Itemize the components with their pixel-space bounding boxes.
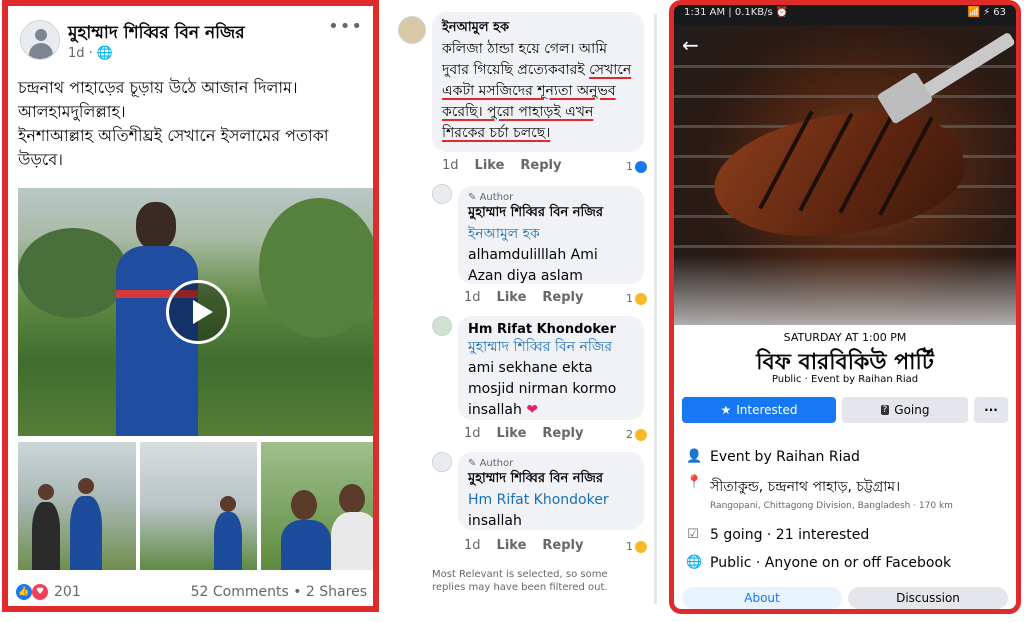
comment-bubble: Hm Rifat Khondoker মুহাম্মাদ শিব্বির বিন… — [458, 316, 644, 420]
reply-button[interactable]: Reply — [542, 426, 583, 441]
event-details: SATURDAY AT 1:00 PM বিফ বারবিকিউ পার্টি … — [674, 325, 1016, 609]
question-icon: ? — [880, 405, 890, 415]
comment-time: 1d — [442, 158, 459, 173]
reaction-count: 201 — [54, 584, 81, 600]
like-button[interactable]: Like — [497, 290, 527, 305]
play-icon[interactable] — [166, 280, 230, 344]
going-button[interactable]: ? Going — [842, 397, 968, 423]
commenter-avatar[interactable] — [432, 452, 452, 472]
globe-icon: 🌐 — [96, 46, 114, 61]
location-pin-icon: 📍 — [686, 475, 703, 490]
tagged-user[interactable]: মুহাম্মাদ শিব্বির বিন নজির — [468, 337, 634, 358]
comment-reaction-count: 1 — [626, 160, 647, 173]
post-line: ইনশাআল্লাহ অতিশীঘ্রই সেখানে ইসলামের পতাক… — [18, 126, 329, 169]
comment-bubble: ✎ Author মুহাম্মাদ শিব্বির বিন নজির Hm R… — [458, 452, 644, 530]
event-date: SATURDAY AT 1:00 PM — [783, 331, 907, 344]
photo-thumbnail[interactable] — [139, 442, 258, 570]
comment-text: alhamdulilllah Ami Azan diya aslam — [468, 247, 598, 284]
comment-reaction-count: 1 — [626, 292, 647, 305]
post-meta: 1d · 🌐 — [68, 46, 113, 61]
haha-reaction-icon — [635, 540, 647, 553]
event-tabs: About Discussion — [682, 587, 1008, 609]
event-attendance-row[interactable]: ☑ 5 going · 21 interested — [686, 527, 1016, 543]
reply-button[interactable]: Reply — [542, 538, 583, 553]
post-text: চন্দ্রনাথ পাহাড়ের চূড়ায় উঠে আজান দিলা… — [18, 76, 368, 172]
globe-icon: 🌐 — [686, 555, 703, 570]
event-subtitle: Public · Event by Raihan Riad — [771, 374, 919, 385]
comment-text: ami sekhane ekta mosjid nirman kormo ins… — [468, 360, 617, 418]
post-time: 1d · — [68, 46, 97, 61]
love-reaction-icon: ♥ — [32, 584, 48, 600]
author-badge: ✎ Author — [468, 458, 514, 469]
steak-shape — [704, 90, 974, 260]
commenter-name[interactable]: Hm Rifat Khondoker — [468, 322, 634, 337]
comment-reaction-count: 1 — [626, 540, 647, 553]
star-icon: ★ — [720, 403, 732, 417]
event-cover-photo — [674, 25, 1016, 345]
facebook-post-panel: মুহাম্মাদ শিব্বির বিন নজির 1d · 🌐 ••• চন… — [2, 0, 379, 612]
comment-actions: 1d Like Reply — [442, 158, 561, 173]
post-more-icon[interactable]: ••• — [328, 16, 363, 37]
event-host-row[interactable]: 👤 Event by Raihan Riad — [686, 449, 1016, 465]
tagged-user[interactable]: ইনআমুল হক — [468, 224, 634, 245]
post-line: আলহামদুলিল্লাহ। — [18, 102, 126, 121]
photo-thumbnail[interactable] — [18, 442, 136, 570]
person-icon: 👤 — [686, 449, 703, 464]
like-reaction-icon: 👍 — [16, 584, 32, 600]
comment-actions: 1d Like Reply — [464, 538, 583, 553]
author-badge: ✎ Author — [468, 192, 514, 203]
filter-note: Most Relevant is selected, so some repli… — [432, 569, 608, 593]
comment-bubble: ইনআমুল হক কলিজা ঠান্ডা হয়ে গেল। আমি দুব… — [432, 12, 644, 152]
commenter-name[interactable]: মুহাম্মাদ শিব্বির বিন নজির — [468, 203, 634, 224]
post-author-name[interactable]: মুহাম্মাদ শিব্বির বিন নজির — [68, 20, 245, 48]
interested-button[interactable]: ★ Interested — [682, 397, 836, 423]
like-reaction-icon — [635, 160, 647, 173]
status-time: 1:31 AM | 0.1KB/s ⏰ — [684, 7, 789, 18]
comment-time: 1d — [464, 538, 481, 553]
comments-shares-count[interactable]: 52 Comments • 2 Shares — [191, 584, 367, 600]
commenter-avatar[interactable] — [432, 184, 452, 204]
reply-button[interactable]: Reply — [520, 158, 561, 173]
reaction-summary[interactable]: 👍 ♥ 201 — [16, 584, 81, 600]
tree-shape — [259, 198, 373, 338]
tab-about[interactable]: About — [682, 587, 842, 609]
post-video[interactable] — [18, 188, 373, 436]
post-line: চন্দ্রনাথ পাহাড়ের চূড়ায় উঠে আজান দিলা… — [18, 78, 298, 97]
event-location-row[interactable]: 📍 সীতাকুন্ড, চন্দ্রনাথ পাহাড়, চট্টগ্রাম… — [686, 475, 1016, 511]
heart-emoji: ❤ — [526, 402, 539, 418]
comment-text: insallah — [468, 513, 522, 529]
like-button[interactable]: Like — [497, 538, 527, 553]
comment-time: 1d — [464, 426, 481, 441]
more-options-button[interactable]: ··· — [974, 397, 1008, 423]
author-avatar[interactable] — [20, 20, 60, 60]
post-photo-thumbnails — [18, 442, 373, 570]
event-action-buttons: ★ Interested ? Going ··· — [682, 397, 1008, 423]
comment-time: 1d — [464, 290, 481, 305]
event-privacy-row: 🌐 Public · Anyone on or off Facebook — [686, 555, 952, 571]
haha-reaction-icon — [635, 428, 647, 441]
tagged-user[interactable]: Hm Rifat Khondoker — [468, 490, 634, 511]
like-button[interactable]: Like — [475, 158, 505, 173]
event-page-panel: 1:31 AM | 0.1KB/s ⏰ 📶 ⚡ 63 ← SATURDAY AT… — [669, 0, 1021, 614]
back-arrow-icon[interactable]: ← — [682, 33, 699, 57]
scrollbar[interactable] — [654, 14, 657, 604]
like-button[interactable]: Like — [497, 426, 527, 441]
comment-actions: 1d Like Reply — [464, 290, 583, 305]
status-icons: 📶 ⚡ 63 — [967, 7, 1006, 18]
commenter-avatar[interactable] — [432, 316, 452, 336]
tab-discussion[interactable]: Discussion — [848, 587, 1008, 609]
commenter-avatar[interactable] — [398, 16, 426, 44]
commenter-name[interactable]: মুহাম্মাদ শিব্বির বিন নজির — [468, 469, 634, 490]
comment-reaction-count: 2 — [626, 428, 647, 441]
comment-bubble: ✎ Author মুহাম্মাদ শিব্বির বিন নজির ইনআম… — [458, 186, 644, 284]
comment-text: কলিজা ঠান্ডা হয়ে গেল। আমি দুবার গিয়েছি… — [442, 41, 632, 141]
haha-reaction-icon — [635, 292, 647, 305]
comment-actions: 1d Like Reply — [464, 426, 583, 441]
reply-button[interactable]: Reply — [542, 290, 583, 305]
check-icon: ☑ — [687, 527, 699, 542]
photo-thumbnail[interactable] — [261, 442, 373, 570]
status-bar: 1:31 AM | 0.1KB/s ⏰ 📶 ⚡ 63 — [674, 5, 1016, 25]
commenter-name[interactable]: ইনআমুল হক — [442, 18, 634, 39]
